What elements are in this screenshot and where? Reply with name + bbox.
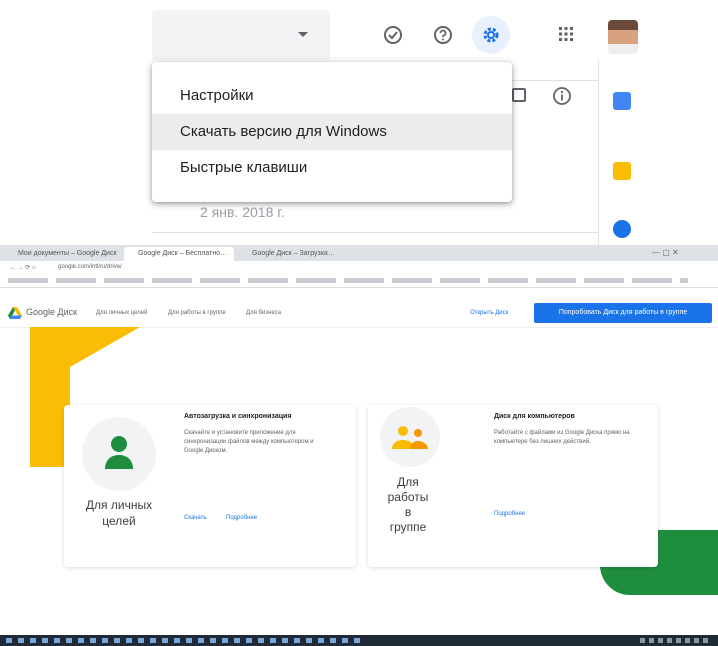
sync-text: Скачайте и установите приложение для син…: [184, 430, 314, 454]
personal-label-line: Для личных: [85, 498, 153, 512]
nav-business[interactable]: Для бизнеса: [246, 310, 281, 316]
group-icon: [392, 426, 428, 449]
divider: [152, 232, 598, 233]
sync-title: Автозагрузка и синхронизация: [184, 413, 292, 420]
team-label-line: Для: [397, 475, 419, 489]
open-drive-link[interactable]: Открыть Диск: [470, 310, 508, 316]
system-tray[interactable]: [640, 638, 710, 643]
download-link[interactable]: Скачать: [184, 515, 207, 521]
more-link[interactable]: Подробнее: [494, 511, 525, 517]
window-controls[interactable]: — ▢ ✕: [652, 248, 679, 257]
bookmarks-bar: [0, 275, 718, 288]
browser-tab[interactable]: Google Диск – Загрузка…: [238, 247, 354, 261]
side-panel: [598, 60, 718, 250]
team-label-line: группе: [389, 520, 427, 534]
desktop-title: Диск для компьютеров: [494, 413, 575, 420]
calendar-icon[interactable]: [613, 92, 631, 110]
nav-team[interactable]: Для работы в группе: [168, 310, 226, 316]
brand-name[interactable]: Google Диск: [26, 307, 77, 317]
avatar[interactable]: [608, 20, 638, 54]
personal-label: Для личных целей: [64, 497, 174, 529]
desktop-text: Работайте с файлами из Google Диска прям…: [494, 430, 630, 445]
url-text[interactable]: google.com/intl/ru/drive/: [58, 264, 122, 270]
settings-menu: Настройки Скачать версию для Windows Быс…: [152, 62, 512, 202]
view-dropdown[interactable]: [152, 10, 330, 60]
drive-logo-icon: [8, 307, 22, 319]
menu-item-shortcuts[interactable]: Быстрые клавиши: [152, 150, 512, 186]
help-icon[interactable]: [428, 20, 458, 50]
more-link[interactable]: Подробнее: [226, 515, 257, 521]
team-label-line: работы: [387, 490, 429, 504]
file-date-text: 2 янв. 2018 г.: [200, 204, 285, 220]
personal-circle: [82, 417, 156, 491]
team-card: Для работы в группе Диск для компьютеров…: [368, 405, 658, 567]
personal-card: Для личных целей Автозагрузка и синхрони…: [64, 405, 356, 567]
team-label: Для работы в группе: [368, 475, 448, 535]
browser-tab[interactable]: Мои документы – Google Диск: [4, 247, 120, 261]
taskbar-apps[interactable]: [6, 638, 366, 643]
tab-strip: Мои документы – Google Диск Google Диск …: [0, 245, 718, 261]
browser-tab-active[interactable]: Google Диск – Бесплатно…: [124, 247, 234, 261]
offline-status-icon[interactable]: [378, 20, 408, 50]
team-circle: [380, 407, 440, 467]
nav-arrows-icon[interactable]: ← → ⟳ ⌂: [10, 264, 36, 271]
settings-gear-icon[interactable]: [472, 16, 510, 54]
grid-view-icon[interactable]: [512, 88, 526, 102]
nav-personal[interactable]: Для личных целей: [96, 310, 147, 316]
chevron-down-icon: [298, 32, 308, 37]
taskbar: [0, 635, 718, 646]
browser-window: Мои документы – Google Диск Google Диск …: [0, 245, 718, 646]
menu-item-download-windows[interactable]: Скачать версию для Windows: [152, 114, 512, 150]
team-label-line: в: [404, 505, 412, 519]
tasks-icon[interactable]: [613, 220, 631, 238]
info-icon[interactable]: [552, 86, 572, 111]
apps-grid-icon[interactable]: [558, 26, 574, 42]
keep-icon[interactable]: [613, 162, 631, 180]
address-bar[interactable]: ← → ⟳ ⌂ google.com/intl/ru/drive/: [0, 261, 718, 276]
bookmark-items[interactable]: [8, 278, 688, 283]
menu-item-settings[interactable]: Настройки: [152, 78, 512, 114]
try-drive-team-button[interactable]: Попробовать Диск для работы в группе: [534, 303, 712, 323]
personal-label-line: целей: [102, 514, 136, 528]
person-icon: [105, 436, 133, 469]
